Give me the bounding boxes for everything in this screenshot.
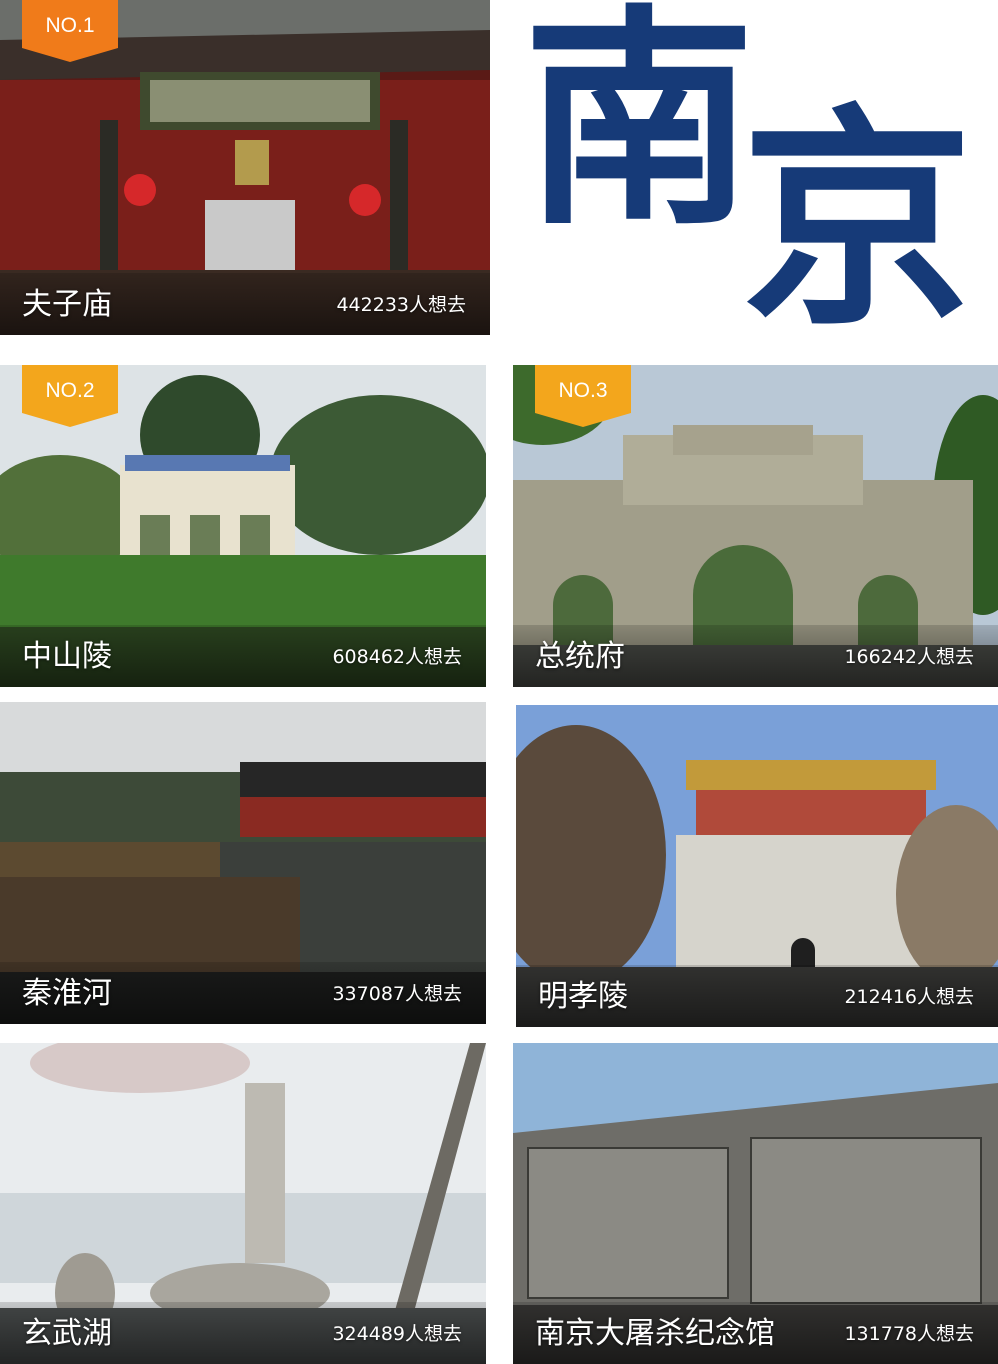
want-to-go-count: 608462人想去: [332, 646, 462, 668]
caption-bar: 中山陵 608462人想去: [0, 625, 486, 687]
caption-bar: 秦淮河 337087人想去: [0, 962, 486, 1024]
rank-badge: NO.3: [535, 365, 631, 427]
want-to-go-count: 131778人想去: [844, 1323, 974, 1345]
want-to-go-count: 324489人想去: [332, 1323, 462, 1345]
spot-card-mingxiaoling[interactable]: 明孝陵 212416人想去: [516, 705, 998, 1027]
title-char-nan: 南: [523, 0, 756, 256]
city-title: 南 京: [515, 0, 998, 362]
caption-bar: 南京大屠杀纪念馆 131778人想去: [513, 1302, 998, 1364]
spot-card-memorial-hall[interactable]: 南京大屠杀纪念馆 131778人想去: [513, 1043, 998, 1364]
spot-name: 南京大屠杀纪念馆: [535, 1316, 775, 1351]
spot-card-fuzimiao[interactable]: 夫子庙 442233人想去 NO.1: [0, 0, 490, 335]
spot-name: 玄武湖: [22, 1316, 112, 1351]
rank-badge: NO.1: [22, 0, 118, 62]
spot-name: 明孝陵: [538, 979, 628, 1014]
spot-name: 秦淮河: [22, 976, 112, 1011]
spot-card-zongtongfu[interactable]: 总统府 166242人想去 NO.3: [513, 365, 998, 687]
rank-label: NO.3: [558, 379, 608, 402]
want-to-go-count: 166242人想去: [844, 646, 974, 668]
spot-name: 总统府: [535, 639, 625, 674]
rank-label: NO.1: [45, 14, 95, 37]
rank-badge: NO.2: [22, 365, 118, 427]
title-char-jing: 京: [741, 83, 974, 356]
caption-bar: 玄武湖 324489人想去: [0, 1302, 486, 1364]
want-to-go-count: 337087人想去: [332, 983, 462, 1005]
spot-name: 夫子庙: [22, 287, 112, 322]
spot-card-zhongshanling[interactable]: 中山陵 608462人想去 NO.2: [0, 365, 486, 687]
want-to-go-count: 212416人想去: [844, 986, 974, 1008]
caption-bar: 夫子庙 442233人想去: [0, 273, 490, 335]
caption-bar: 明孝陵 212416人想去: [516, 965, 998, 1027]
caption-bar: 总统府 166242人想去: [513, 625, 998, 687]
want-to-go-count: 442233人想去: [336, 294, 466, 316]
rank-label: NO.2: [45, 379, 95, 402]
spot-name: 中山陵: [22, 639, 112, 674]
spot-card-xuanwuhu[interactable]: 玄武湖 324489人想去: [0, 1043, 486, 1364]
spot-card-qinhuaihe[interactable]: 秦淮河 337087人想去: [0, 702, 486, 1024]
